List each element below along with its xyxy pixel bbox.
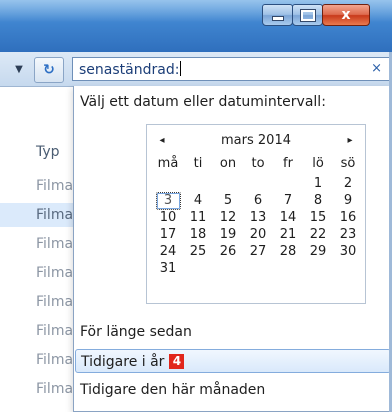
calendar-day[interactable]: 6 (243, 192, 273, 209)
calendar-empty-cell (303, 260, 333, 277)
date-range-option[interactable]: För länge sedan (74, 320, 392, 344)
calendar-day[interactable]: 3 (153, 192, 183, 210)
calendar-day[interactable]: 22 (303, 226, 333, 243)
calendar-day[interactable]: 2 (333, 175, 363, 192)
chevron-down-icon: ▼ (15, 63, 23, 75)
calendar-day[interactable]: 4 (183, 192, 213, 209)
calendar-empty-cell (213, 175, 243, 192)
weekday-label: må (157, 156, 179, 171)
address-toolbar: ▼ ↻ senaständrad: × (0, 52, 392, 87)
calendar-empty-cell (273, 260, 303, 277)
calendar-day[interactable]: 12 (213, 209, 243, 226)
date-range-option[interactable]: Tidigare i år 4 (75, 349, 391, 373)
calendar-week-row: 10 11 12 13 14 15 16 (153, 209, 363, 226)
weekday-label: on (219, 156, 237, 171)
caption-buttons: x (262, 4, 370, 26)
weekday-label: sö (340, 156, 356, 171)
list-item[interactable]: Filma (0, 232, 76, 256)
weekday-label: to (251, 156, 265, 171)
weekday-label: fr (283, 156, 293, 171)
close-icon: x (341, 7, 351, 23)
maximize-icon (299, 8, 316, 22)
calendar-empty-cell (183, 175, 213, 192)
weekday-label: ti (193, 156, 203, 171)
calendar-grid: må ti on to fr lö sö 1 2 3 4 5 6 7 8 9 10 11 12 13 14 15 16 17 1… (153, 156, 363, 277)
calendar-week-row: 3456789 (153, 192, 363, 210)
text-caret (180, 61, 182, 76)
calendar-day[interactable]: 29 (303, 243, 333, 260)
list-item[interactable]: Filma (0, 319, 76, 343)
calendar-week-row: 12 (153, 175, 363, 192)
clear-search-icon[interactable]: × (371, 61, 382, 76)
calendar-day[interactable]: 20 (243, 226, 273, 243)
list-item[interactable]: Filma (0, 203, 76, 227)
calendar-day[interactable]: 28 (273, 243, 303, 260)
recent-locations-dropdown[interactable]: ▼ (8, 58, 30, 80)
calendar-day[interactable]: 27 (243, 243, 273, 260)
list-item[interactable]: Filma (0, 377, 76, 401)
calendar-empty-cell (213, 260, 243, 277)
calendar-day[interactable]: 14 (273, 209, 303, 226)
calendar-week-row: 17 18 19 20 21 22 23 (153, 226, 363, 243)
list-item[interactable]: Filma (0, 174, 76, 198)
list-item[interactable]: Filma (0, 348, 76, 372)
calendar-day[interactable]: 23 (333, 226, 363, 243)
maximize-button[interactable] (292, 4, 323, 26)
search-query: senaständrad: (79, 62, 180, 78)
refresh-button[interactable]: ↻ (34, 57, 64, 83)
list-item[interactable]: Filma (0, 290, 76, 314)
calendar-empty-cell (243, 260, 273, 277)
calendar-day[interactable]: 26 (213, 243, 243, 260)
calendar-empty-cell (153, 175, 183, 192)
minimize-button[interactable] (262, 4, 293, 26)
calendar-empty-cell (333, 260, 363, 277)
minimize-icon (271, 16, 284, 21)
date-range-option[interactable]: Tidigare den här månaden (74, 378, 392, 402)
calendar-week-row: 31 (153, 260, 363, 277)
calendar-day[interactable]: 30 (333, 243, 363, 260)
calendar-month-title[interactable]: mars 2014 (147, 132, 365, 150)
refresh-icon: ↻ (43, 62, 55, 78)
calendar-day[interactable]: 31 (153, 260, 183, 277)
calendar-day[interactable]: 13 (243, 209, 273, 226)
next-month-icon[interactable]: ▸ (343, 132, 357, 150)
weekday-label: lö (312, 156, 324, 171)
calendar-header: ◂ mars 2014 ▸ (147, 132, 365, 150)
calendar-day[interactable]: 8 (303, 192, 333, 209)
date-prompt: Välj ett datum eller datumintervall: (80, 94, 326, 110)
list-item[interactable]: Filma (0, 261, 76, 285)
date-picker-calendar: ◂ mars 2014 ▸ må ti on to fr lö sö 1 2 3 4 5 6 7 8 9 10 1… (146, 124, 366, 304)
calendar-day[interactable]: 17 (153, 226, 183, 243)
search-input[interactable]: senaständrad: × (72, 57, 390, 81)
calendar-empty-cell (183, 260, 213, 277)
calendar-day[interactable]: 7 (273, 192, 303, 209)
column-header-type[interactable]: Typ (36, 144, 60, 160)
search-filter-dropdown: Välj ett datum eller datumintervall: ◂ m… (73, 86, 392, 412)
weekday-header-row: må ti on to fr lö sö (153, 155, 363, 172)
calendar-day[interactable]: 16 (333, 209, 363, 226)
calendar-day[interactable]: 11 (183, 209, 213, 226)
calendar-week-row: 24 25 26 27 28 29 30 (153, 243, 363, 260)
calendar-day[interactable]: 24 (153, 243, 183, 260)
calendar-empty-cell (273, 175, 303, 192)
calendar-day[interactable]: 19 (213, 226, 243, 243)
step-number-badge: 4 (169, 354, 185, 369)
calendar-day[interactable]: 1 (303, 175, 333, 192)
close-button[interactable]: x (322, 4, 370, 26)
calendar-empty-cell (243, 175, 273, 192)
option-label: Tidigare i år (81, 354, 165, 370)
calendar-day[interactable]: 9 (333, 192, 363, 209)
option-label: Tidigare den här månaden (80, 382, 266, 398)
calendar-day[interactable]: 5 (213, 192, 243, 209)
calendar-day[interactable]: 25 (183, 243, 213, 260)
option-label: För länge sedan (80, 324, 192, 340)
calendar-day[interactable]: 18 (183, 226, 213, 243)
calendar-day[interactable]: 15 (303, 209, 333, 226)
calendar-day[interactable]: 10 (153, 209, 183, 226)
calendar-day[interactable]: 21 (273, 226, 303, 243)
